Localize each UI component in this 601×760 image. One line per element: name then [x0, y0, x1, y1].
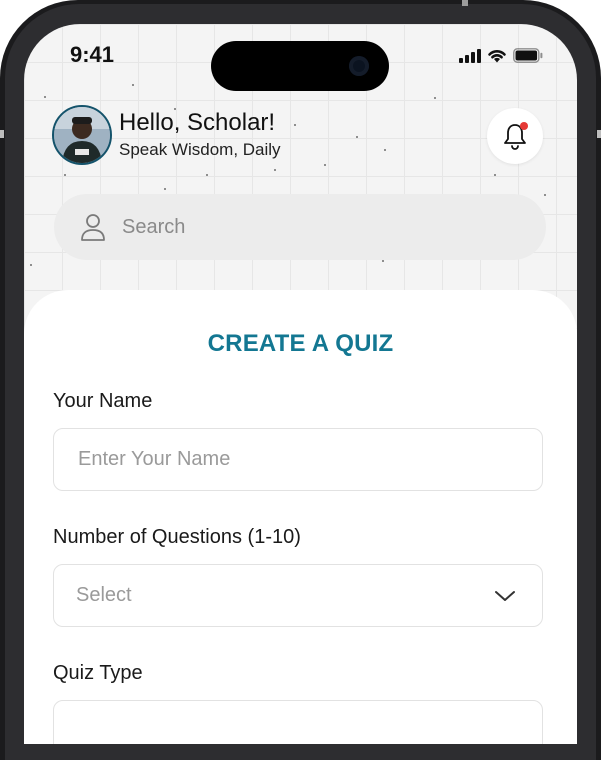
greeting-subtitle: Speak Wisdom, Daily — [119, 140, 281, 159]
background-speck — [494, 174, 496, 176]
avatar[interactable] — [52, 105, 112, 165]
background-speck — [206, 174, 208, 176]
background-speck — [382, 260, 384, 262]
background-speck — [294, 124, 296, 126]
notification-dot — [520, 122, 528, 130]
background-speck — [434, 97, 436, 99]
status-time: 9:41 — [70, 42, 115, 67]
questions-select-value: Select — [76, 584, 132, 606]
quiz-type-label: Quiz Type — [53, 662, 143, 684]
search-bar[interactable] — [54, 194, 546, 260]
name-input[interactable] — [76, 447, 510, 472]
background-speck — [356, 136, 358, 138]
phone-top-button — [462, 0, 468, 6]
card-title: CREATE A QUIZ — [207, 330, 394, 357]
chevron-down-icon — [495, 590, 515, 601]
battery-icon — [513, 48, 543, 63]
questions-label: Number of Questions (1-10) — [53, 526, 301, 548]
quiz-type-select[interactable] — [53, 700, 543, 744]
person-icon — [81, 214, 105, 241]
questions-select[interactable]: Select — [53, 564, 543, 627]
wifi-icon — [488, 50, 506, 63]
front-camera-icon — [349, 56, 369, 76]
user-avatar-photo — [54, 107, 110, 163]
background-speck — [384, 149, 386, 151]
search-input[interactable] — [120, 214, 504, 240]
greeting-title: Hello, Scholar! — [119, 109, 276, 136]
background-speck — [164, 188, 166, 190]
notification-button[interactable] — [487, 108, 543, 164]
background-speck — [544, 194, 546, 196]
background-speck — [30, 264, 32, 266]
background-speck — [324, 164, 326, 166]
background-speck — [132, 84, 134, 86]
create-quiz-card: CREATE A QUIZ Your Name Number of Questi… — [24, 290, 577, 744]
status-icons — [459, 48, 543, 63]
app-screen: 9:41 Hello, Scholar! Speak Wisdom, Daily… — [24, 24, 577, 744]
cellular-signal-icon — [459, 49, 481, 63]
dynamic-island — [211, 41, 389, 91]
name-label: Your Name — [53, 390, 153, 412]
name-field[interactable] — [53, 428, 543, 491]
phone-side-button — [597, 130, 601, 138]
background-speck — [64, 174, 66, 176]
background-speck — [44, 96, 46, 98]
phone-side-button — [0, 130, 4, 138]
background-speck — [274, 169, 276, 171]
